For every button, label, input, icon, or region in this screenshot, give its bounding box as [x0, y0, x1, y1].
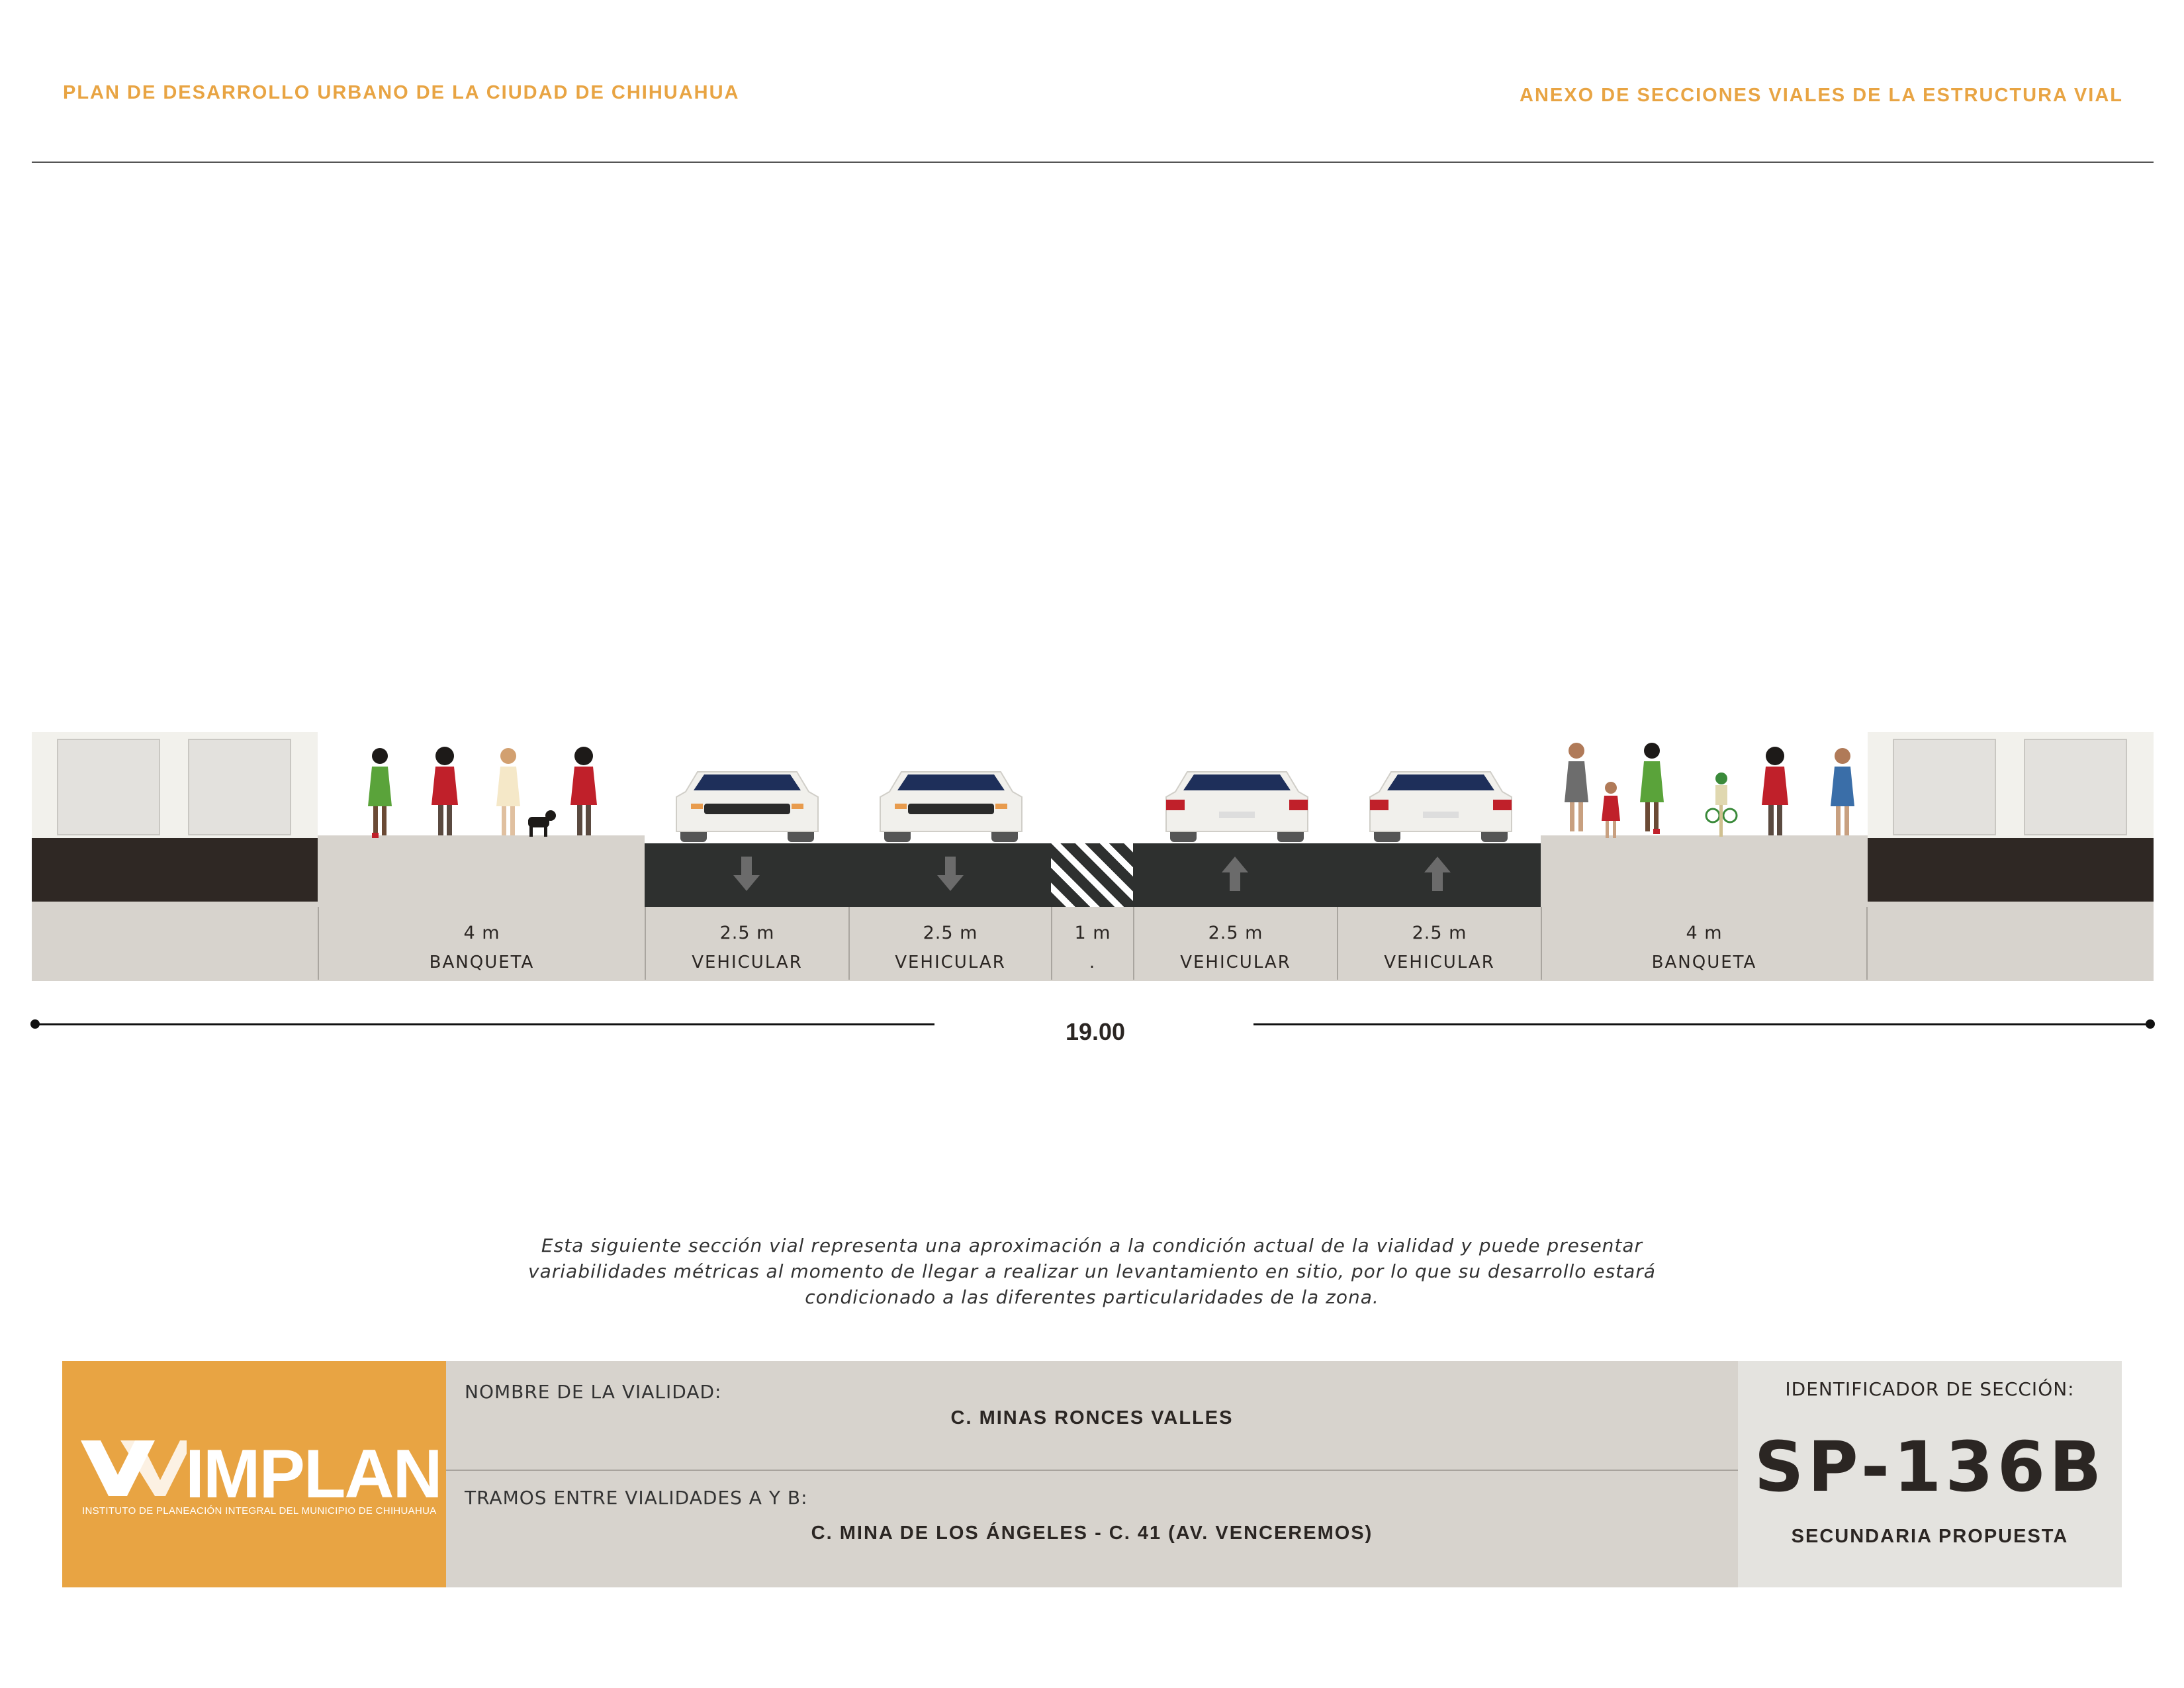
disclaimer-note: Esta siguiente sección vial representa u… [528, 1235, 1656, 1308]
lane-name: VEHICULAR [895, 953, 1006, 972]
lane-name: VEHICULAR [1180, 953, 1291, 972]
id-type: SECUNDARIA PROPUESTA [1791, 1526, 2069, 1547]
pedestrian-icon [368, 748, 392, 838]
lane-label: 4 m BANQUETA [1541, 907, 1868, 980]
pedestrian-icon [1565, 743, 1588, 831]
road-info: NOMBRE DE LA VIALIDAD: C. MINAS RONCES V… [446, 1361, 1738, 1587]
pedestrian-icon [1831, 748, 1854, 835]
car-rear-icon [1165, 771, 1308, 842]
lane-label: 2.5 m VEHICULAR [1337, 907, 1541, 980]
down-arrow-icon [733, 857, 760, 891]
logo-wordmark: IMPLAN [185, 1436, 443, 1513]
lane-label: 2.5 m VEHICULAR [1133, 907, 1337, 980]
car-rear-icon [1369, 771, 1512, 842]
id-label: IDENTIFICADOR DE SECCIÓN: [1785, 1378, 2075, 1400]
id-code: SP-136B [1754, 1427, 2106, 1507]
lane-name: VEHICULAR [1384, 953, 1495, 972]
lane-width: 2.5 m [923, 923, 978, 943]
pedestrian-icon [570, 747, 597, 835]
left-ground [32, 902, 318, 981]
header-divider [32, 162, 2154, 163]
car-front-icon [676, 771, 819, 842]
child-icon [1602, 782, 1620, 838]
section-info-panel: IMPLAN INSTITUTO DE PLANEACIÓN INTEGRAL … [62, 1361, 2122, 1587]
road-name-label: NOMBRE DE LA VIALIDAD: [465, 1381, 722, 1403]
street-cross-section: 4 m BANQUETA 2.5 m VEHICULAR 2.5 m VEHIC… [32, 728, 2154, 981]
lane-width: 2.5 m [1412, 923, 1467, 943]
child-bicycle-icon [1705, 773, 1738, 837]
down-arrow-icon [937, 857, 964, 891]
lane-width: 2.5 m [719, 923, 775, 943]
lane-width: 2.5 m [1208, 923, 1263, 943]
lane-name: BANQUETA [1651, 953, 1757, 972]
lane-label: 2.5 m VEHICULAR [645, 907, 848, 980]
right-building [1868, 732, 2154, 902]
road-name: C. MINAS RONCES VALLES [950, 1407, 1234, 1429]
left-building [32, 732, 318, 902]
segment-value: C. MINA DE LOS ÁNGELES - C. 41 (AV. VENC… [811, 1523, 1373, 1544]
lane-width: 4 m [463, 923, 500, 943]
dog-icon [528, 810, 556, 837]
car-front-icon [880, 771, 1023, 842]
lane-label: 2.5 m VEHICULAR [848, 907, 1051, 980]
implan-logo: IMPLAN INSTITUTO DE PLANEACIÓN INTEGRAL … [62, 1361, 446, 1587]
segment-label: TRAMOS ENTRE VIALIDADES A Y B: [465, 1487, 808, 1509]
building-base [1868, 838, 2154, 902]
total-width: 19.00 [1065, 1018, 1126, 1045]
logo-subtitle: INSTITUTO DE PLANEACIÓN INTEGRAL DEL MUN… [82, 1505, 437, 1517]
building-window [188, 739, 291, 835]
median-strip [1051, 843, 1133, 907]
northbound-lanes [1133, 843, 1541, 907]
pedestrian-icon [1762, 747, 1788, 835]
building-window [2024, 739, 2127, 835]
implan-mark-icon [81, 1440, 187, 1496]
plan-title: PLAN DE DESARROLLO URBANO DE LA CIUDAD D… [63, 82, 740, 103]
right-ground [1868, 902, 2154, 981]
section-identifier: IDENTIFICADOR DE SECCIÓN: SP-136B SECUND… [1738, 1361, 2122, 1587]
dimension-line-left [34, 1023, 934, 1025]
up-arrow-icon [1424, 857, 1451, 891]
dimension-line-right [1253, 1023, 2150, 1025]
building-base [32, 838, 318, 902]
lane-name: VEHICULAR [692, 953, 803, 972]
lane-name: BANQUETA [429, 953, 535, 972]
lane-label: 1 m . [1051, 907, 1133, 980]
pedestrian-icon [1640, 743, 1664, 834]
building-window [57, 739, 160, 835]
lane-label: 4 m BANQUETA [318, 907, 645, 980]
southbound-lanes [645, 843, 1051, 907]
building-window [1893, 739, 1996, 835]
pedestrian-icon [432, 747, 458, 835]
dimension-endpoint [2146, 1019, 2155, 1029]
lane-width: 1 m [1074, 923, 1111, 943]
annex-title: ANEXO DE SECCIONES VIALES DE LA ESTRUCTU… [1520, 85, 2123, 106]
info-divider [446, 1470, 1738, 1471]
pedestrian-icon [496, 748, 520, 835]
lane-width: 4 m [1686, 923, 1723, 943]
lane-name: . [1089, 953, 1097, 972]
up-arrow-icon [1222, 857, 1248, 891]
